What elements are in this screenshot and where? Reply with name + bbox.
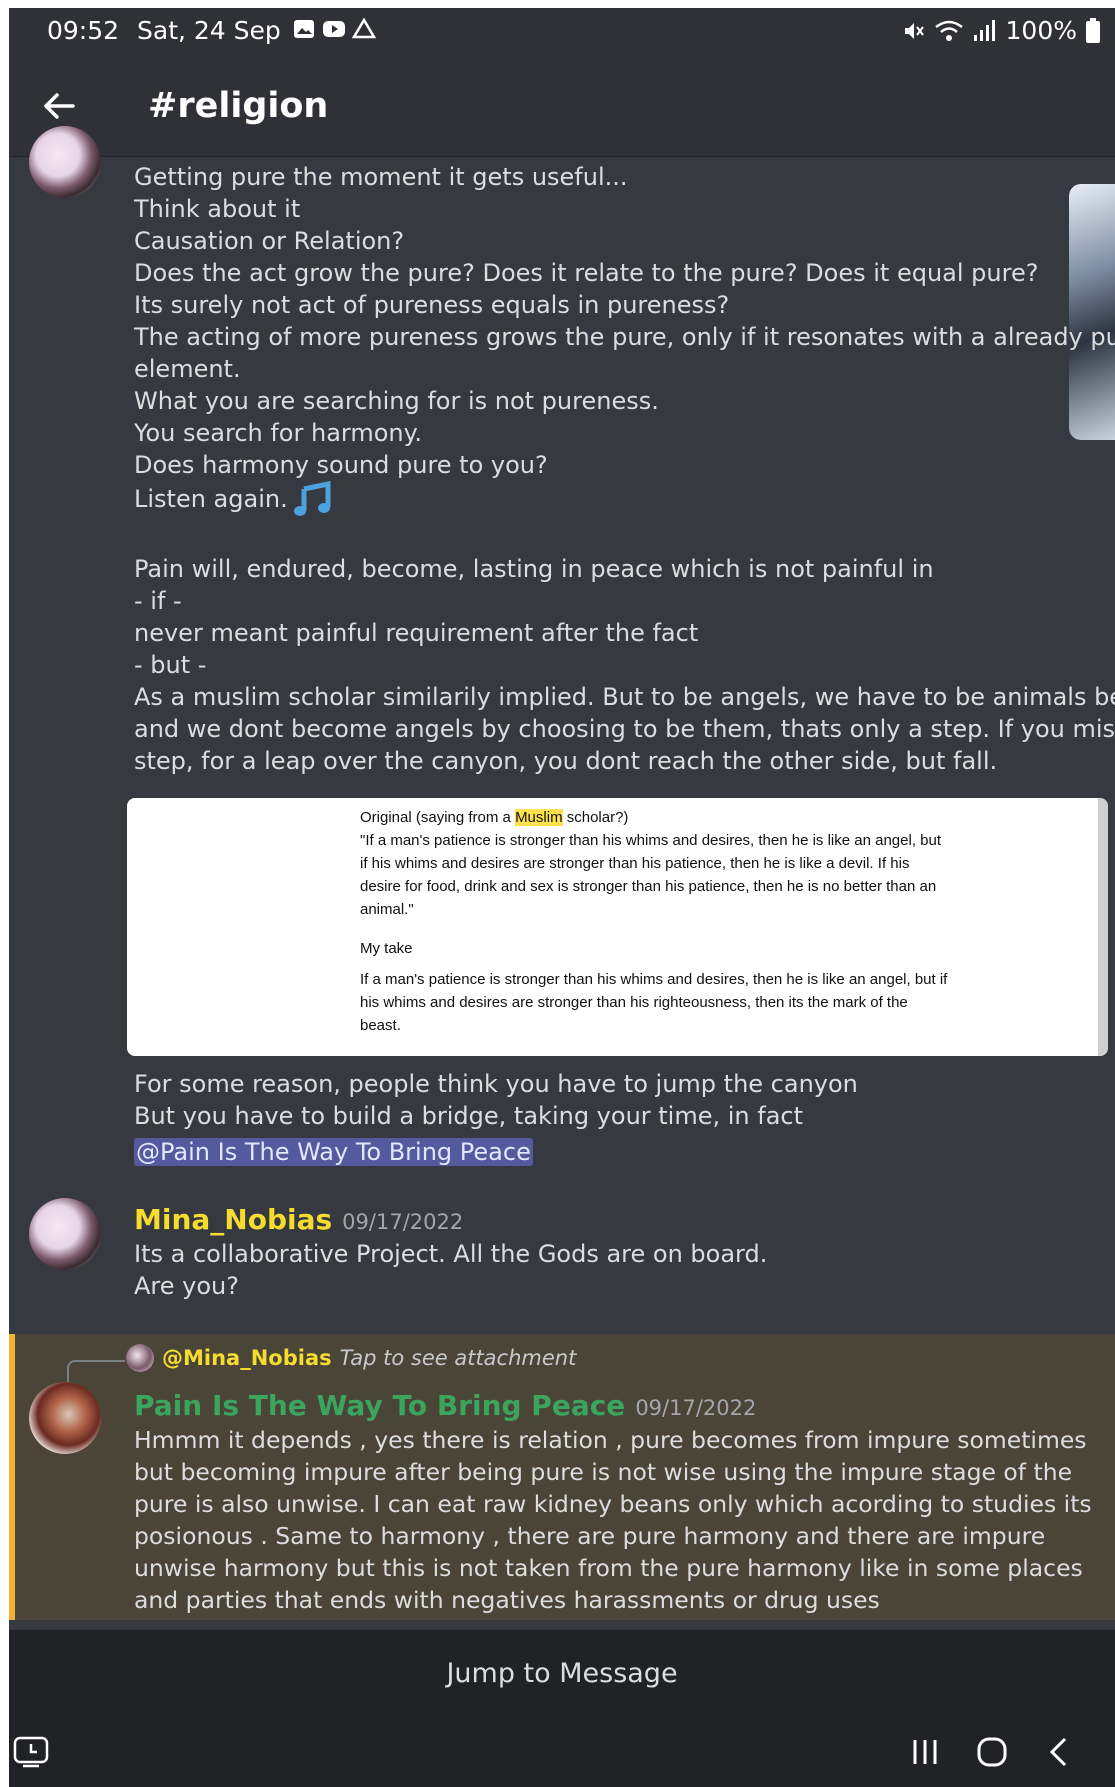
quote-line: If a man's patience is stronger than his… (360, 971, 948, 988)
youtube-icon (323, 21, 345, 37)
jump-to-message-button[interactable]: Jump to Message (9, 1630, 1115, 1716)
author-name[interactable]: Mina_Nobias (134, 1203, 332, 1236)
message-line: - if - (134, 587, 182, 615)
timestamp: 09/17/2022 (635, 1396, 757, 1420)
avatar-mina[interactable] (29, 1198, 101, 1270)
reply-author[interactable]: @Mina_Nobias (162, 1346, 332, 1370)
message-line: As a muslim scholar similarily implied. … (134, 683, 1115, 711)
quote-original-heading: Original (saying from a Muslim scholar?) (360, 809, 629, 826)
notification-icons (292, 18, 376, 40)
message-line: Causation or Relation? (134, 227, 405, 255)
quote-line: if his whims and desires are stronger th… (360, 855, 910, 872)
quote-take-heading: My take (360, 940, 413, 957)
message-line: Listen again. (134, 485, 288, 513)
message-text: Hmmm it depends , yes there is relation … (134, 1426, 1092, 1614)
discord-screen: 09:52 Sat, 24 Sep 100% #religion Getting… (9, 8, 1115, 1787)
highlighted-word: Muslim (515, 809, 563, 826)
message-line: and we dont become angels by choosing to… (134, 715, 1115, 743)
status-icons: 100% (902, 16, 1101, 45)
musical-notes-icon (293, 481, 331, 516)
message-line: What you are searching for is not purene… (134, 387, 659, 415)
message-line: Its surely not act of pureness equals in… (134, 291, 730, 319)
message-body: Getting pure the moment it gets useful..… (134, 161, 1115, 777)
back-arrow-icon[interactable] (39, 86, 79, 126)
reply-reference[interactable]: @Mina_Nobias Tap to see attachment (126, 1344, 576, 1372)
image-scrollbar (1098, 798, 1108, 1056)
message-line: Does the act grow the pure? Does it rela… (134, 259, 1039, 287)
message-mina: Mina_Nobias 09/17/2022 Its a collaborativ… (134, 1204, 767, 1302)
author-name[interactable]: Pain Is The Way To Bring Peace (134, 1389, 625, 1422)
signal-icon (973, 19, 995, 41)
gallery-icon (294, 20, 314, 38)
message-line: For some reason, people think you have t… (134, 1070, 858, 1098)
drive-icon (352, 18, 376, 39)
message-line: Are you? (134, 1272, 239, 1300)
quote-line: beast. (360, 1017, 401, 1034)
message-line: The acting of more pureness grows the pu… (134, 323, 1115, 351)
message-line: Pain will, endured, become, lasting in p… (134, 555, 934, 583)
message-line: step, for a leap over the canyon, you do… (134, 747, 998, 775)
avatar-pain[interactable] (29, 1382, 101, 1454)
timestamp: 09/17/2022 (342, 1210, 464, 1234)
message-body: For some reason, people think you have t… (134, 1068, 858, 1168)
quote-line: desire for food, drink and sex is strong… (360, 878, 937, 895)
message-line: But you have to build a bridge, taking y… (134, 1102, 804, 1130)
message-pain: Pain Is The Way To Bring Peace 09/17/2022… (134, 1390, 1109, 1616)
status-time: 09:52 (47, 16, 120, 45)
battery-percent: 100% (1005, 16, 1077, 45)
message-line: Its a collaborative Project. All the God… (134, 1240, 768, 1268)
reply-preview[interactable]: Tap to see attachment (340, 1346, 577, 1370)
quote-line: "If a man's patience is stronger than hi… (360, 832, 942, 849)
quote-image-attachment[interactable]: Original (saying from a Muslim scholar?)… (127, 798, 1108, 1056)
reply-avatar (126, 1344, 154, 1372)
channel-title: #religion (148, 86, 329, 126)
status-bar: 09:52 Sat, 24 Sep 100% (9, 8, 1115, 52)
battery-icon (1086, 17, 1100, 43)
message-line: Getting pure the moment it gets useful..… (134, 163, 628, 191)
keyboard-toggle-icon[interactable] (11, 1734, 51, 1770)
mute-vibrate-icon (904, 22, 924, 39)
message-line: Think about it (134, 195, 301, 223)
user-mention[interactable]: @Pain Is The Way To Bring Peace (134, 1138, 533, 1166)
message-line: - but - (134, 651, 207, 679)
status-date: Sat, 24 Sep (137, 16, 281, 45)
message-line: element. (134, 355, 241, 383)
message-line: You search for harmony. (134, 419, 423, 447)
message-line: never meant painful requirement after th… (134, 619, 699, 647)
channel-header: #religion (9, 52, 1115, 157)
system-nav-bar (9, 1716, 1115, 1787)
quote-line: animal." (360, 901, 414, 918)
recents-icon[interactable] (907, 1734, 943, 1770)
back-icon[interactable] (1041, 1734, 1077, 1770)
quote-line: his whims and desires are stronger than … (360, 994, 908, 1011)
wifi-icon (934, 20, 963, 41)
message-line: Does harmony sound pure to you? (134, 451, 548, 479)
home-icon[interactable] (974, 1734, 1010, 1770)
avatar[interactable] (29, 126, 101, 198)
